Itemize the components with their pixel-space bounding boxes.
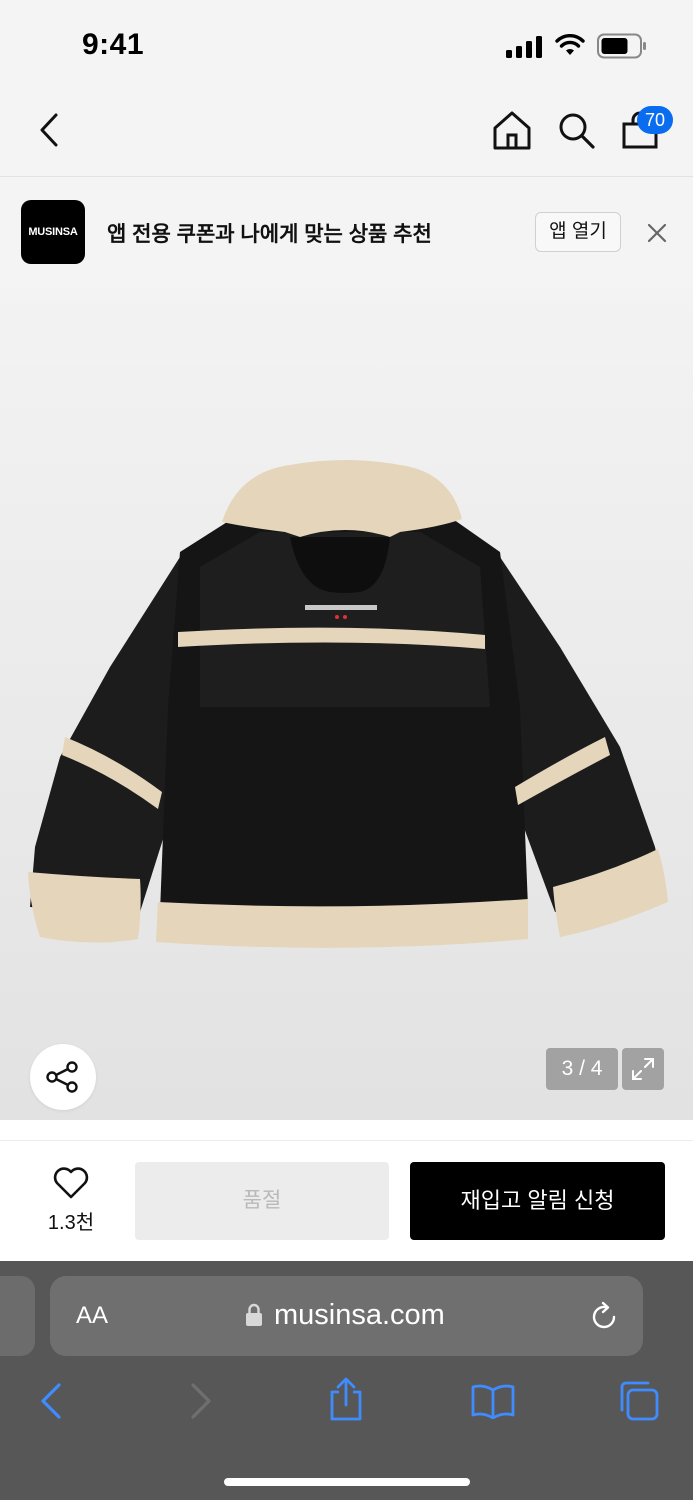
- product-jacket-image: [28, 460, 668, 948]
- divider: [0, 1140, 693, 1141]
- battery-icon: [597, 33, 646, 59]
- musinsa-logo: MUSINSA: [21, 200, 85, 264]
- book-icon[interactable]: [469, 1383, 517, 1419]
- image-page-counter: 3 / 4: [546, 1048, 618, 1090]
- status-time: 9:41: [82, 28, 145, 61]
- sold-out-button: 품절: [135, 1162, 389, 1240]
- home-indicator: [224, 1478, 470, 1486]
- cart-count-badge: 70: [637, 106, 673, 134]
- back-icon[interactable]: [38, 1382, 64, 1420]
- banner-promo-text: 앱 전용 쿠폰과 나에게 맞는 상품 추천: [107, 223, 432, 246]
- restock-alert-button[interactable]: 재입고 알림 신청: [410, 1162, 665, 1240]
- cellular-signal-icon: [506, 34, 542, 58]
- share-button[interactable]: [30, 1044, 96, 1110]
- wifi-icon: [555, 34, 585, 55]
- back-chevron-icon[interactable]: [36, 112, 64, 148]
- url-text[interactable]: musinsa.com: [274, 1299, 445, 1332]
- previous-tab-preview[interactable]: [0, 1276, 35, 1356]
- share-icon: [46, 1061, 78, 1093]
- like-count: 1.3천: [47, 1212, 95, 1234]
- open-app-button[interactable]: 앱 열기: [535, 212, 621, 252]
- heart-icon[interactable]: [53, 1167, 89, 1199]
- reload-icon[interactable]: [589, 1300, 619, 1332]
- search-icon[interactable]: [556, 110, 596, 150]
- share-up-icon[interactable]: [326, 1376, 366, 1422]
- home-icon[interactable]: [491, 109, 533, 151]
- tabs-icon[interactable]: [617, 1379, 661, 1423]
- expand-icon: [632, 1058, 654, 1080]
- expand-image-button[interactable]: [622, 1048, 664, 1090]
- forward-icon: [191, 1383, 211, 1419]
- reader-settings-button[interactable]: AA: [76, 1302, 108, 1330]
- close-icon[interactable]: [646, 222, 668, 244]
- lock-icon: [246, 1303, 262, 1326]
